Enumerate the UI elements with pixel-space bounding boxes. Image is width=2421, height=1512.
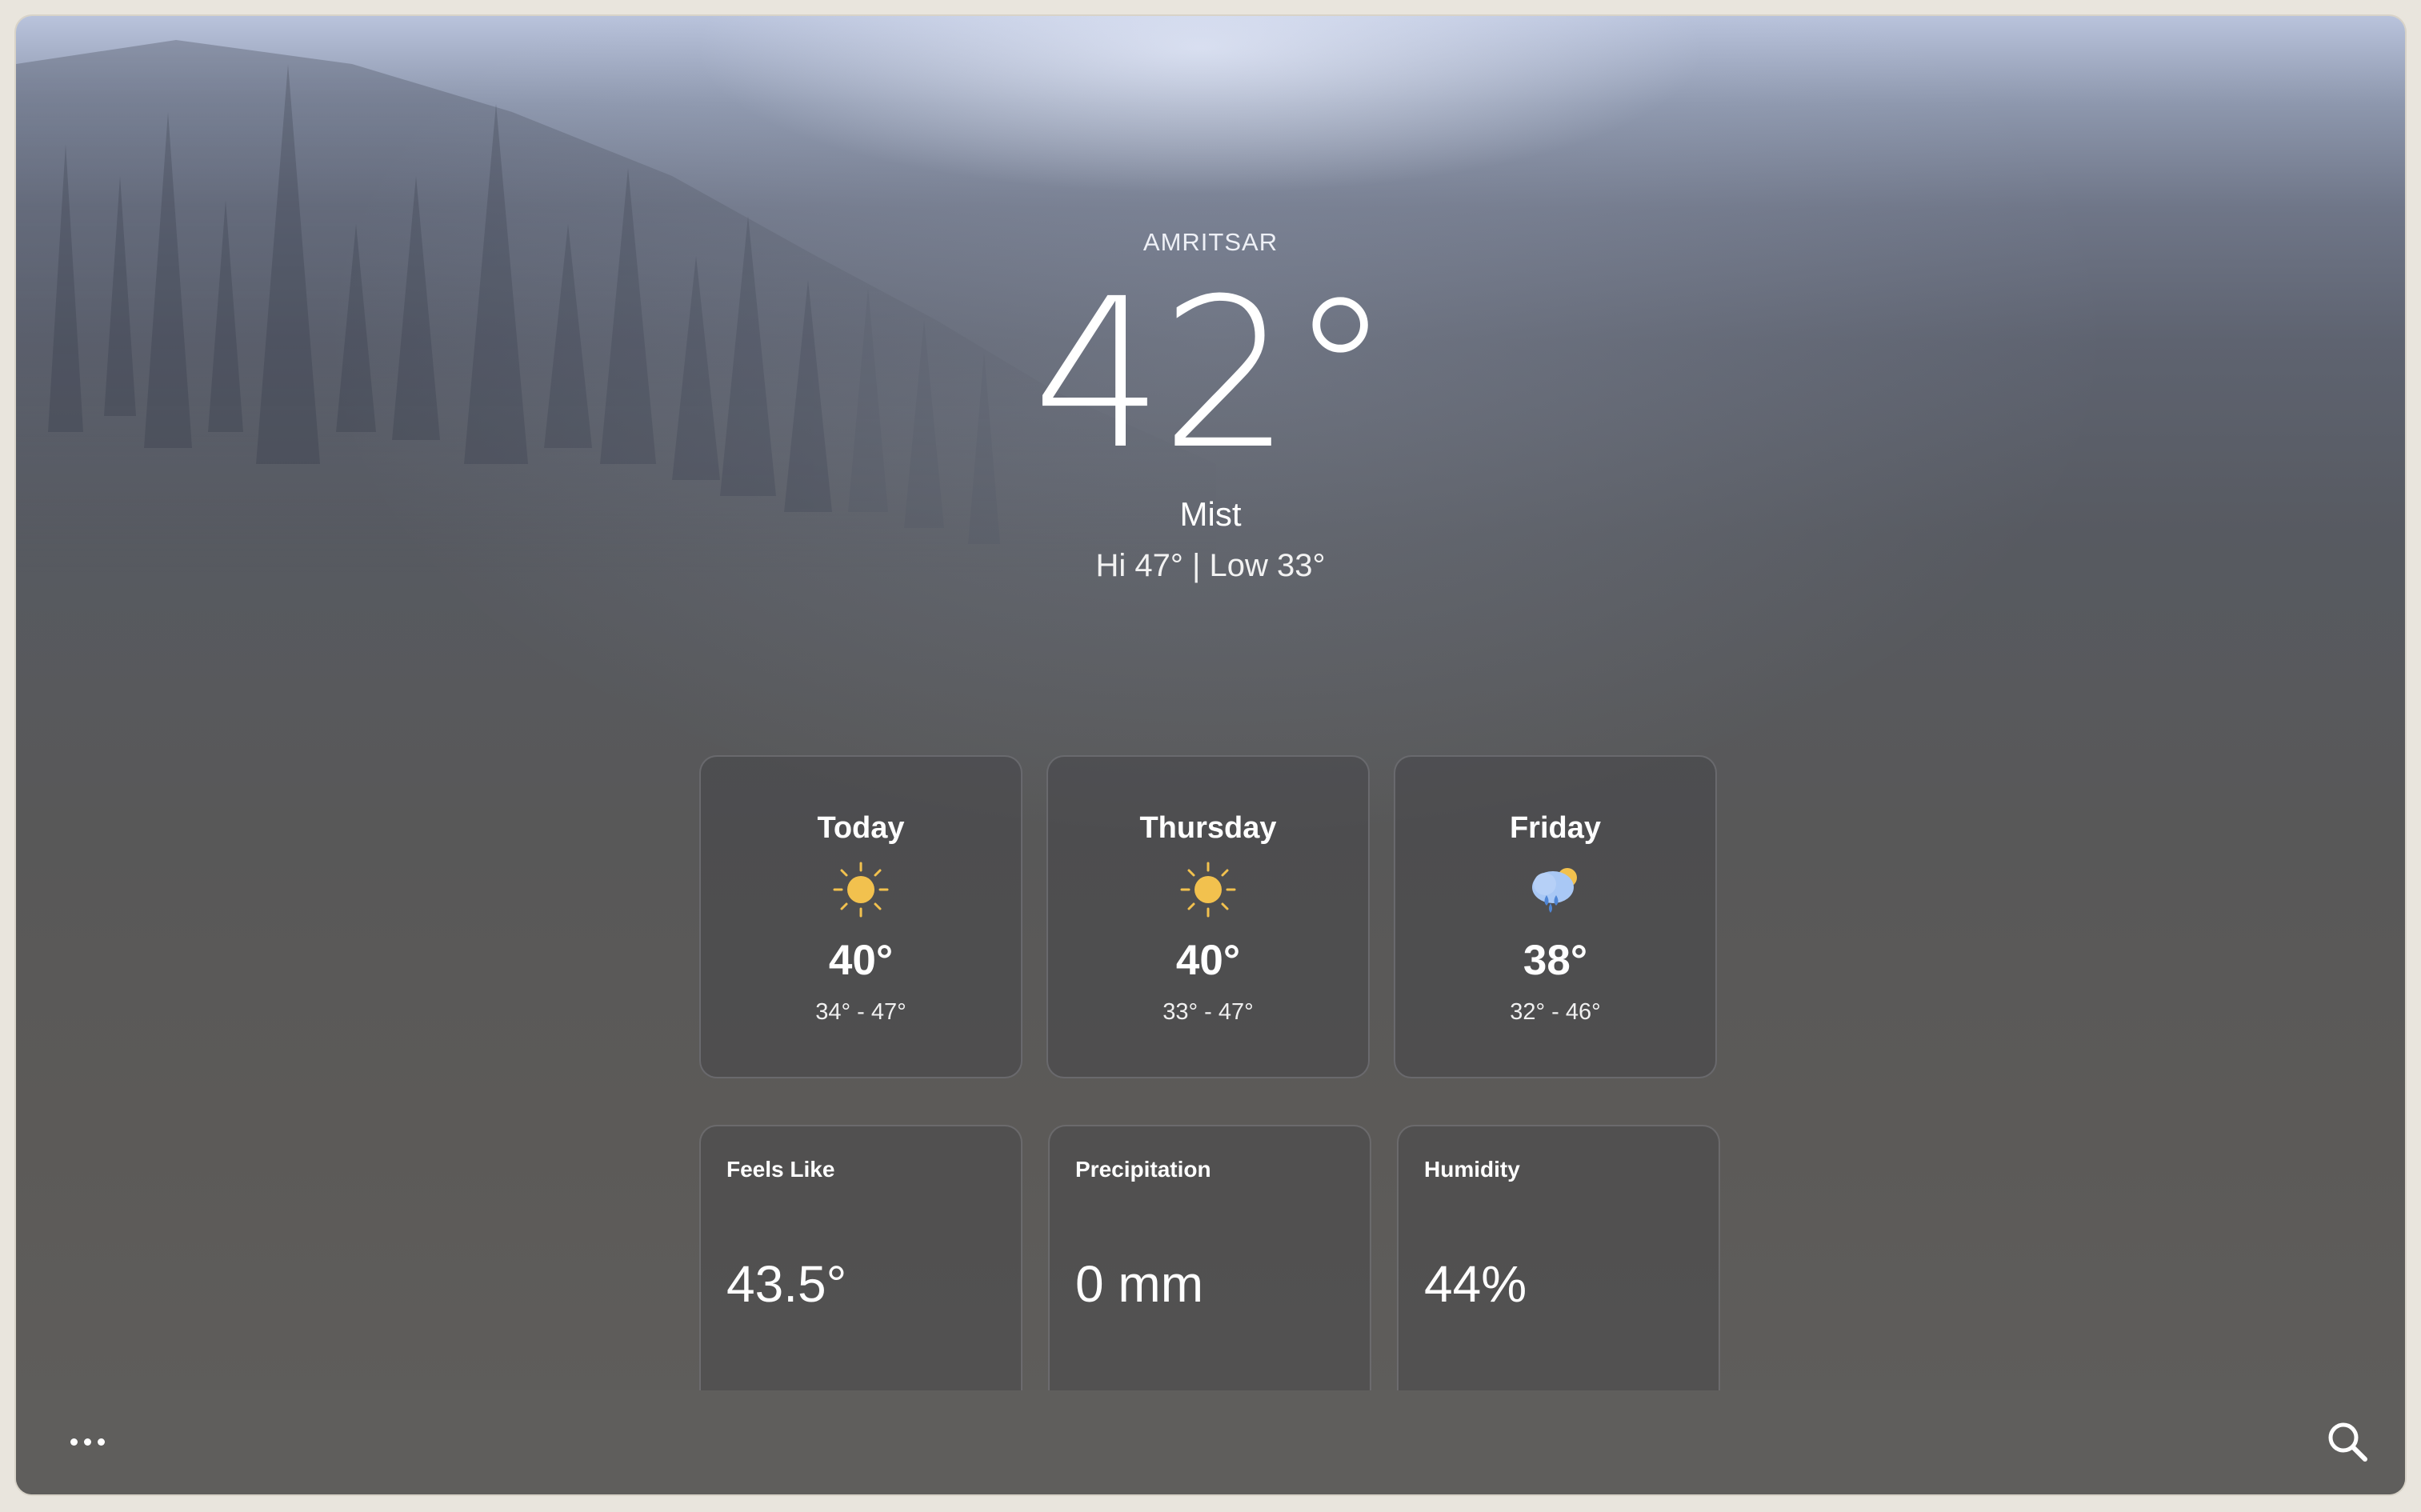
current-weather: AMRITSAR 42° Mist Hi 47° | Low 33° [16,212,2405,584]
hi-low-temperature: Hi 47° | Low 33° [1095,548,1326,583]
current-temperature: 42° [1032,254,1391,494]
rain-cloud-sun-icon [1532,868,1577,913]
more-options-button[interactable] [59,1418,115,1466]
forecast-day: Today [817,811,905,845]
sun-icon [833,862,889,918]
search-icon[interactable] [2320,1414,2376,1470]
forecast-range: 34° - 47° [815,999,906,1025]
ellipsis-icon [70,1438,78,1446]
sun-icon [1180,862,1236,918]
bottom-toolbar [16,1390,2405,1494]
forecast-temperature: 38° [1523,937,1588,984]
stat-label: Precipitation [1075,1157,1211,1182]
weather-condition: Mist [1179,495,1242,533]
stat-value: 0 mm [1075,1255,1203,1313]
current-temperature-wrap: 42° [1032,254,1391,494]
forecast-card-today[interactable]: Today 40° 34° - 47° [699,755,1022,1078]
city-name: AMRITSAR [1142,228,1279,256]
stat-value: 43.5° [726,1255,847,1313]
stat-card-humidity[interactable]: Humidity 44% [1397,1125,1720,1429]
ellipsis-icon [97,1438,105,1446]
forecast-temperature: 40° [1175,937,1241,984]
ellipsis-icon [83,1438,91,1446]
stat-card-precipitation[interactable]: Precipitation 0 mm [1048,1125,1371,1429]
forecast-temperature: 40° [828,937,894,984]
stat-label: Feels Like [726,1157,835,1182]
forecast-card-friday[interactable]: Friday 38° 32° - 46° [1394,755,1717,1078]
forecast-range: 33° - 47° [1162,999,1254,1025]
forecast-range: 32° - 46° [1510,999,1601,1025]
forecast-card-thursday[interactable]: Thursday 40° 33° - 47° [1046,755,1370,1078]
stat-value: 44% [1424,1255,1527,1313]
weather-app-window: AMRITSAR 42° Mist Hi 47° | Low 33° Today [16,16,2405,1494]
forecast-day: Friday [1509,811,1602,845]
stat-label: Humidity [1424,1157,1520,1182]
forecast-day: Thursday [1139,811,1277,845]
stat-card-feels-like[interactable]: Feels Like 43.5° [699,1125,1022,1429]
